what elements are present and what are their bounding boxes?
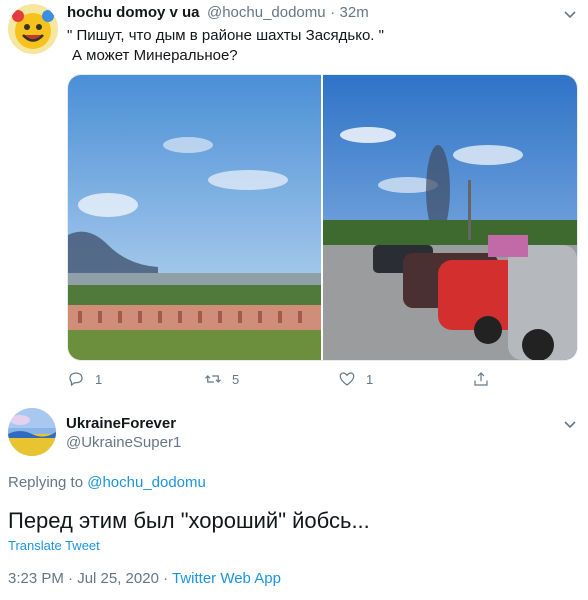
display-name[interactable]: hochu domoy v ua [67, 4, 200, 21]
chevron-down-icon[interactable] [562, 6, 578, 22]
tweet-meta: 3:23 PM · Jul 25, 2020 · Twitter Web App [8, 570, 281, 587]
retweet-icon [205, 375, 221, 383]
like-count: 1 [366, 371, 374, 387]
replying-prefix: Replying to [8, 474, 84, 491]
tweet-timestamp[interactable]: 3:23 PM · Jul 25, 2020 · [8, 570, 172, 587]
retweet-count: 5 [232, 371, 240, 387]
share-button[interactable] [472, 370, 490, 388]
reply-count: 1 [95, 371, 103, 387]
chevron-down-icon[interactable] [562, 416, 578, 432]
tweet-text-line-1: " Пишут, что дым в районе шахты Засядько… [67, 27, 384, 44]
reply-icon [69, 372, 83, 387]
separator: · [330, 4, 336, 21]
handle[interactable]: @UkraineSuper1 [66, 434, 181, 451]
display-name[interactable]: UkraineForever [66, 415, 176, 432]
replying-handle-link[interactable]: @hochu_dodomu [87, 474, 206, 491]
reply-button[interactable]: 1 [67, 370, 102, 388]
photo-left[interactable] [68, 75, 321, 360]
share-icon [474, 372, 488, 386]
avatar[interactable] [8, 408, 56, 456]
tweet-text-line-2: А может Минеральное? [72, 47, 238, 64]
avatar[interactable] [8, 4, 58, 54]
handle[interactable]: @hochu_dodomu [207, 4, 326, 21]
tweet-text: Перед этим был "хороший" йобсь... [8, 508, 370, 533]
media-grid[interactable] [67, 74, 578, 361]
like-button[interactable]: 1 [338, 370, 373, 388]
timestamp[interactable]: 32m [340, 4, 369, 21]
translate-tweet-link[interactable]: Translate Tweet [8, 538, 100, 553]
tweet-header: hochu domoy v ua @hochu_dodomu · 32m [67, 4, 369, 22]
retweet-button[interactable]: 5 [204, 370, 239, 388]
photo-right[interactable] [323, 75, 577, 360]
replying-to: Replying to @hochu_dodomu [8, 474, 206, 491]
heart-icon [339, 372, 355, 386]
tweet-source-link[interactable]: Twitter Web App [172, 570, 281, 587]
